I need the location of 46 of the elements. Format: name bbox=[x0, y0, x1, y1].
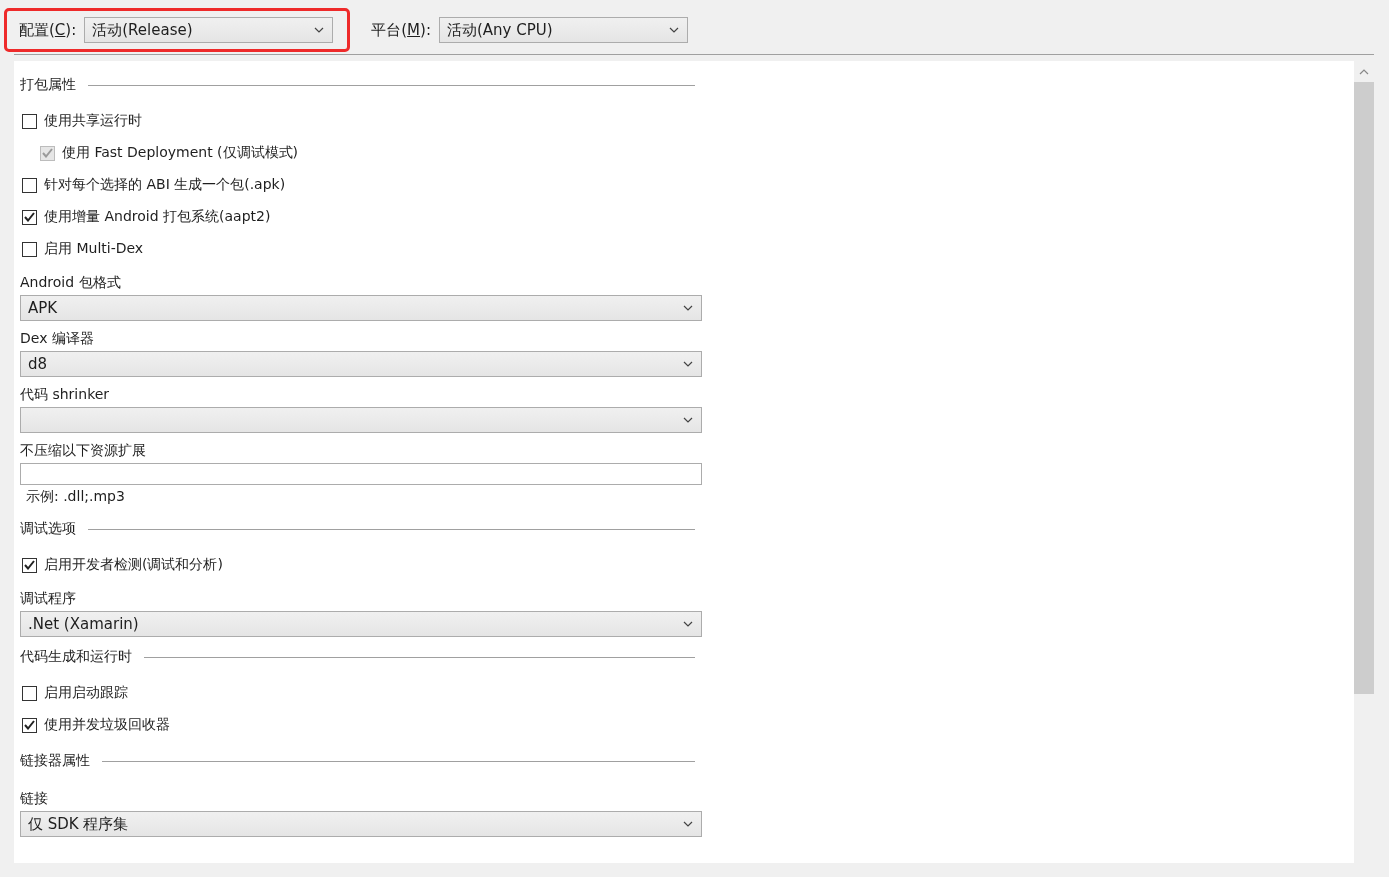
section-heading: 调试选项 bbox=[20, 520, 76, 538]
dropdown-label: 配置(C): bbox=[19, 20, 77, 40]
field-label: 调试程序 bbox=[20, 589, 77, 608]
dropdown[interactable]: 活动(Any CPU) bbox=[438, 17, 688, 43]
chevron-down-icon bbox=[683, 417, 693, 423]
checkbox-label: 使用 Fast Deployment (仅调试模式) bbox=[62, 144, 299, 162]
checkbox[interactable] bbox=[22, 113, 37, 129]
section-heading: 代码生成和运行时 bbox=[20, 648, 132, 666]
dropdown[interactable]: 活动(Release) bbox=[84, 17, 334, 43]
checkmark-icon bbox=[24, 720, 35, 730]
field-label: Dex 编译器 bbox=[20, 329, 95, 348]
chevron-down-icon bbox=[683, 621, 693, 627]
checkbox-label: 启用启动跟踪 bbox=[44, 684, 128, 702]
checkmark-icon bbox=[42, 148, 53, 158]
field-label: 不压缩以下资源扩展 bbox=[20, 441, 147, 460]
section-heading: 链接器属性 bbox=[20, 752, 90, 770]
dropdown-label: 平台(M): bbox=[371, 20, 431, 40]
checkbox[interactable] bbox=[22, 717, 37, 733]
chevron-down-icon bbox=[668, 27, 679, 33]
chevron-down-icon bbox=[683, 361, 693, 367]
dropdown[interactable]: 仅 SDK 程序集 bbox=[20, 811, 702, 837]
section-heading: 打包属性 bbox=[20, 76, 76, 94]
checkbox-label: 针对每个选择的 ABI 生成一个包(.apk) bbox=[44, 176, 286, 194]
checkbox[interactable] bbox=[22, 241, 37, 257]
hint-text: 示例: .dll;.mp3 bbox=[25, 487, 126, 506]
chevron-down-icon bbox=[314, 27, 325, 33]
checkbox[interactable] bbox=[22, 685, 37, 701]
checkbox[interactable] bbox=[22, 209, 37, 225]
checkbox-label: 启用开发者检测(调试和分析) bbox=[44, 556, 223, 574]
checkmark-icon bbox=[24, 560, 35, 570]
checkbox-label: 使用共享运行时 bbox=[44, 112, 142, 130]
checkbox-label: 使用并发垃圾回收器 bbox=[44, 716, 170, 734]
chevron-down-icon bbox=[683, 821, 693, 827]
input-field[interactable] bbox=[20, 463, 702, 485]
dropdown[interactable]: .Net (Xamarin) bbox=[20, 611, 702, 637]
field-label: Android 包格式 bbox=[20, 273, 122, 292]
field-label: 链接 bbox=[20, 789, 49, 808]
checkbox-label: 使用增量 Android 打包系统(aapt2) bbox=[44, 208, 271, 226]
dropdown[interactable]: d8 bbox=[20, 351, 702, 377]
checkmark-icon bbox=[24, 212, 35, 222]
field-label: 代码 shrinker bbox=[20, 385, 111, 404]
checkbox-label: 启用 Multi-Dex bbox=[44, 240, 144, 258]
checkbox[interactable] bbox=[22, 177, 37, 193]
dropdown[interactable]: APK bbox=[20, 295, 702, 321]
checkbox[interactable] bbox=[22, 557, 37, 573]
chevron-down-icon bbox=[683, 305, 693, 311]
